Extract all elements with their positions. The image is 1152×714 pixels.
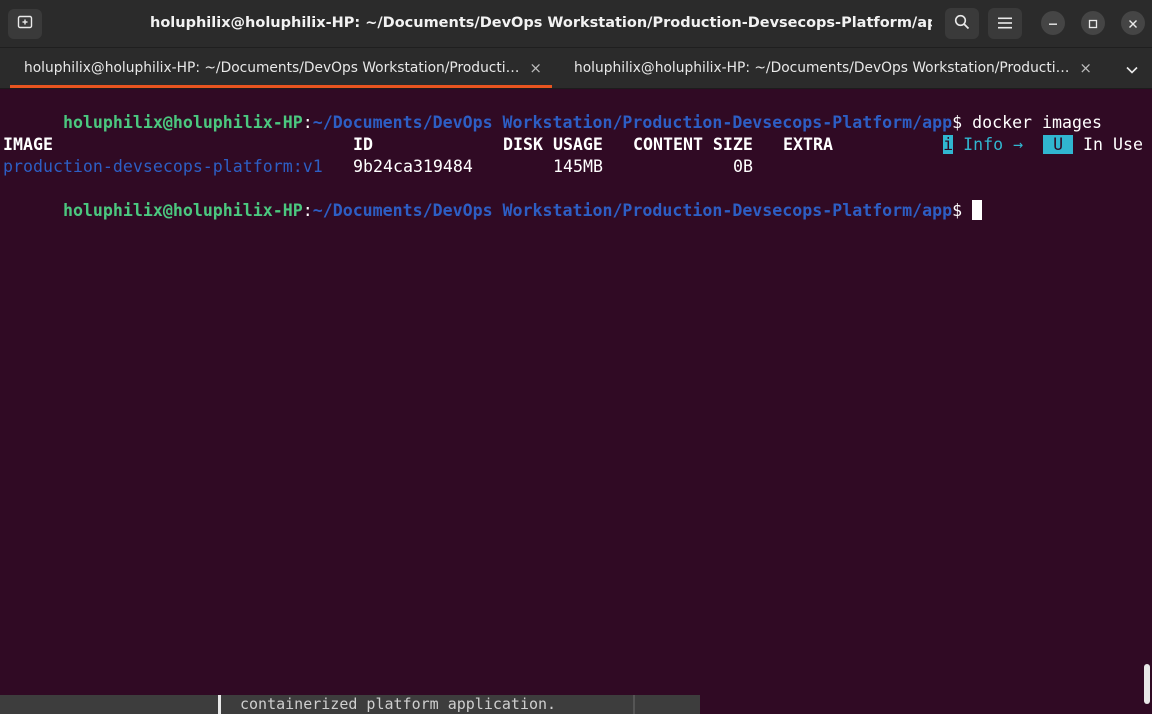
new-tab-icon [17,14,33,34]
in-use-key-badge: U [1043,135,1074,154]
legend-line: i Info → U In Use [883,112,1143,154]
tab-close-icon[interactable]: × [1079,48,1092,88]
info-key-badge: i [943,135,954,154]
maximize-button[interactable] [1081,11,1105,35]
quote-bar [218,695,221,714]
background-window-text: containerized platform application. [240,695,557,713]
table-cell-content-size: 0B [733,157,753,176]
maximize-icon [1088,14,1098,33]
chevron-down-icon [1126,59,1138,78]
prompt-path: ~/Documents/DevOps Workstation/Productio… [312,113,953,132]
tab-terminal-1[interactable]: holuphilix@holuphilix-HP: ~/Documents/De… [10,48,552,88]
table-header-id: ID [353,135,373,154]
tab-bar: holuphilix@holuphilix-HP: ~/Documents/De… [0,48,1152,89]
minimize-button[interactable] [1041,11,1065,35]
prompt-colon: : [302,201,313,220]
info-legend-label: Info → [953,135,1024,154]
tab-label: holuphilix@holuphilix-HP: ~/Documents/De… [574,60,1074,76]
tab-close-icon[interactable]: × [529,48,542,88]
table-header-extra: EXTRA [783,135,833,154]
command-line: holuphilix@holuphilix-HP:~/Documents/Dev… [3,90,1102,132]
prompt-symbol: $ [952,201,973,220]
prompt-user-host: holuphilix@holuphilix-HP [62,113,303,132]
table-header-image: IMAGE [3,135,53,154]
table-cell-id: 9b24ca319484 [353,157,473,176]
close-icon [1128,14,1138,33]
search-button[interactable] [945,8,979,39]
title-bar: holuphilix@holuphilix-HP: ~/Documents/De… [0,0,1152,48]
terminal-output[interactable]: holuphilix@holuphilix-HP:~/Documents/Dev… [0,89,1152,714]
tab-label: holuphilix@holuphilix-HP: ~/Documents/De… [24,60,524,76]
prompt-user-host: holuphilix@holuphilix-HP [62,201,303,220]
divider [633,695,635,714]
search-icon [954,14,970,34]
tab-list-button[interactable] [1120,56,1144,80]
text-cursor [972,200,983,220]
prompt-line: holuphilix@holuphilix-HP:~/Documents/Dev… [3,178,983,220]
close-window-button[interactable] [1121,11,1145,35]
table-header-content-size: CONTENT SIZE [633,135,753,154]
table-cell-disk-usage: 145MB [553,157,603,176]
in-use-legend-label: In Use [1073,135,1143,154]
terminal-window: holuphilix@holuphilix-HP: ~/Documents/De… [0,0,1152,714]
tab-terminal-2[interactable]: holuphilix@holuphilix-HP: ~/Documents/De… [560,48,1102,88]
hamburger-menu-icon [998,14,1012,33]
table-cell-image: production-devsecops-platform:v1 [3,157,323,176]
background-window-strip: containerized platform application. [0,695,700,714]
prompt-path: ~/Documents/DevOps Workstation/Productio… [312,201,953,220]
menu-button[interactable] [988,8,1022,39]
scrollbar-thumb[interactable] [1144,664,1150,704]
active-tab-indicator [10,85,552,88]
window-title: holuphilix@holuphilix-HP: ~/Documents/De… [150,15,932,31]
new-tab-button[interactable] [8,9,42,39]
minimize-icon [1048,14,1058,33]
prompt-colon: : [302,113,313,132]
table-header-disk-usage: DISK USAGE [503,135,603,154]
